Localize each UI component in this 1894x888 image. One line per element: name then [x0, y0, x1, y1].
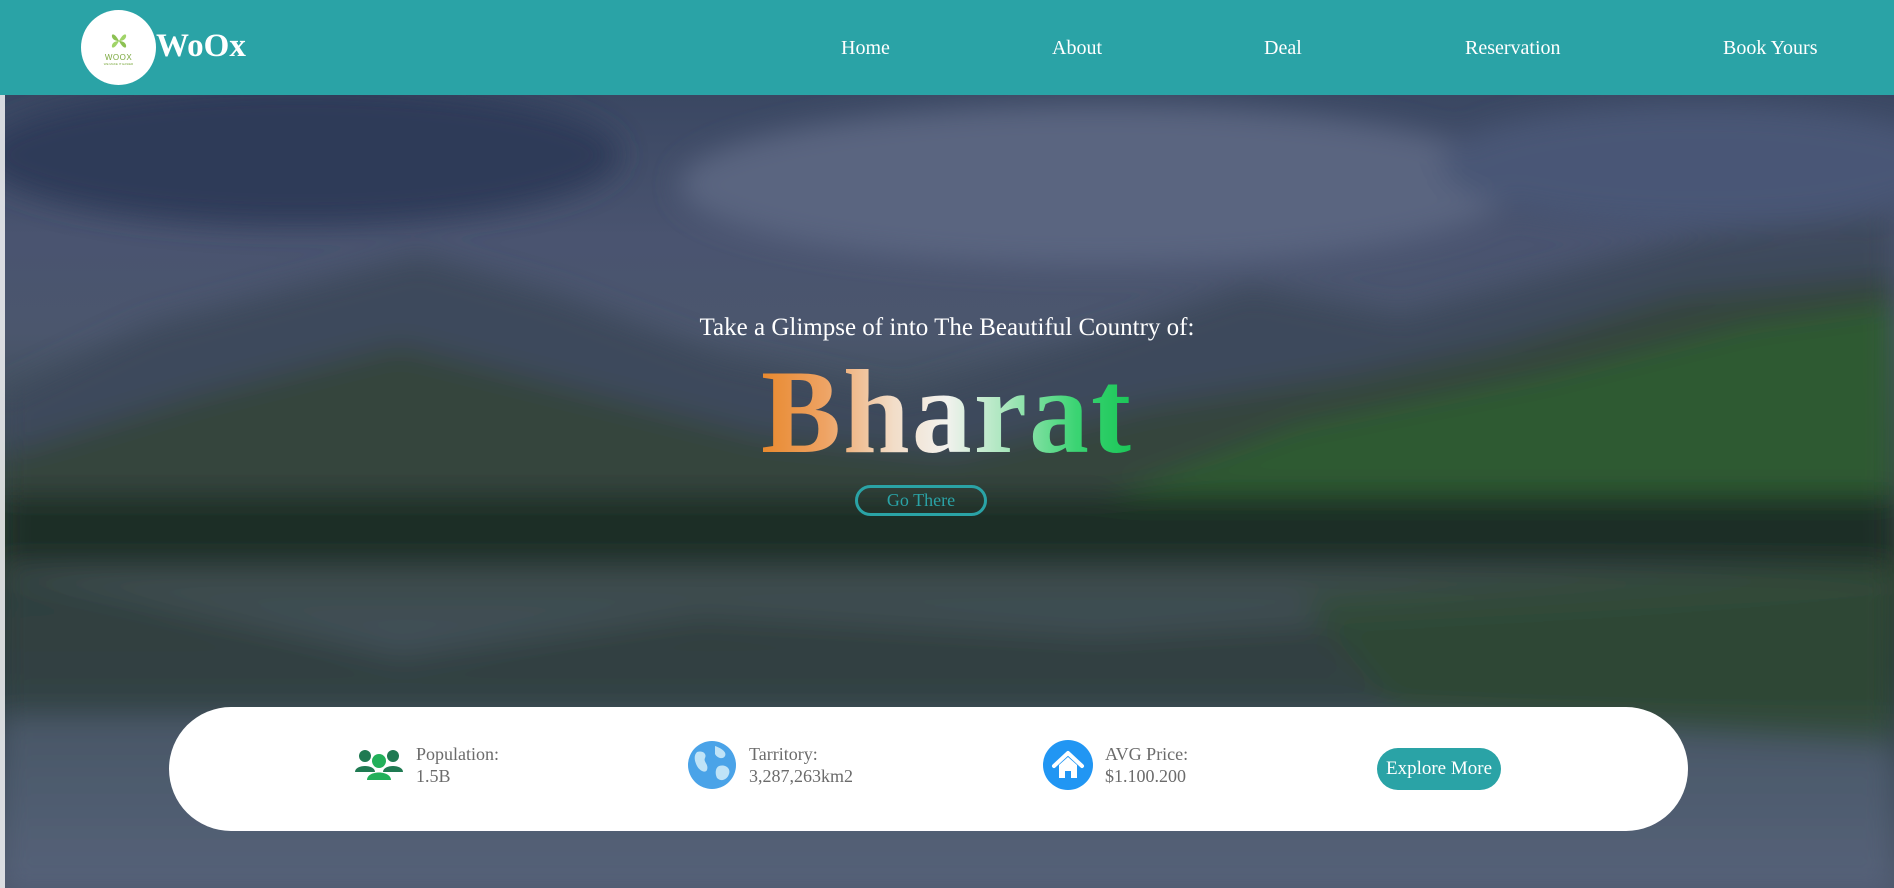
globe-icon: [687, 740, 737, 790]
home-icon: [1043, 740, 1093, 790]
logo-tagline: WE MAKE IT EASIER: [103, 62, 134, 66]
stat-avg-price: AVG Price: $1.100.200: [1043, 737, 1188, 793]
hero-left-edge: [0, 95, 5, 888]
brand-name[interactable]: WoOx: [156, 26, 246, 66]
logo-text: WOOX: [104, 53, 133, 62]
nav-book-yours[interactable]: Book Yours: [1723, 36, 1817, 60]
hero-subtitle: Take a Glimpse of into The Beautiful Cou…: [699, 314, 1195, 341]
explore-more-button[interactable]: Explore More: [1377, 748, 1501, 790]
nav-deal[interactable]: Deal: [1264, 36, 1302, 60]
nav-about[interactable]: About: [1052, 36, 1102, 60]
stat-population: Population: 1.5B: [354, 737, 499, 793]
stat-label: Population:: [416, 744, 500, 764]
top-navbar: WOOX WE MAKE IT EASIER WoOx Home About D…: [0, 0, 1894, 95]
users-icon: [354, 740, 404, 790]
logo-mark-icon: [111, 34, 126, 48]
stat-label: AVG Price:: [1105, 744, 1189, 764]
nav-home[interactable]: Home: [841, 36, 890, 60]
stat-value: 1.5B: [416, 766, 451, 786]
logo[interactable]: WOOX WE MAKE IT EASIER: [81, 10, 156, 85]
stat-value: 3,287,263km2: [749, 766, 854, 786]
stat-label: Tarritory:: [749, 744, 818, 764]
info-bar: Population: 1.5B Tarritory: 3,287,263km2: [169, 707, 1688, 831]
stat-territory: Tarritory: 3,287,263km2: [687, 737, 853, 793]
country-title: Bharat: [0, 352, 1894, 472]
go-there-button[interactable]: Go There: [855, 485, 987, 516]
stat-value: $1.100.200: [1105, 766, 1186, 786]
nav-reservation[interactable]: Reservation: [1465, 36, 1561, 60]
